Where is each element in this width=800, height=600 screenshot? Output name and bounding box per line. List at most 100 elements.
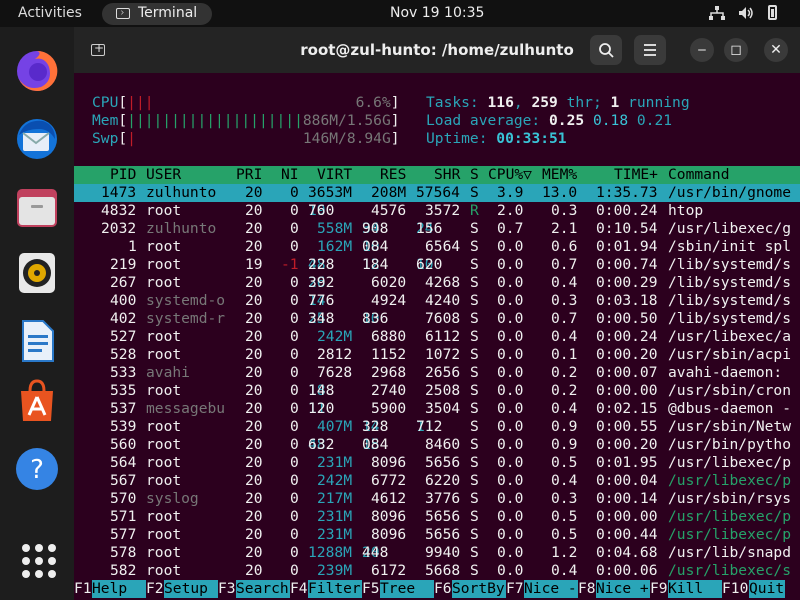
column-header-pri[interactable]: PRI [236, 166, 262, 184]
table-row[interactable]: 527 root 20 0 242M 6880 6112 S 0.0 0.4 0:00.24/usr… [74, 328, 800, 346]
column-header-s[interactable]: S [470, 166, 479, 184]
table-row[interactable]: 533 avahi 20 0 7628 2968 2656 S 0.0 0.2 0:00.07 ava… [74, 364, 800, 382]
table-row[interactable]: 219 root 19 -1 48 228 12 184 10 620 S 0.0 0.7 0:00.74… [74, 256, 800, 274]
table-row[interactable]: 402 systemd-r 20 0 25 348 10 836 7608 S 0.0 0.7 0:00… [74, 310, 800, 328]
column-header-pid[interactable]: PID [110, 166, 136, 184]
cell-cpu: 0.0 [497, 292, 524, 309]
battery-icon[interactable] [768, 5, 777, 20]
table-row[interactable]: 567 root 20 0 242M 6772 6220 S 0.0 0.4 0:00.04/usr… [74, 472, 800, 490]
show-applications-button[interactable] [13, 535, 61, 583]
search-button[interactable] [590, 35, 622, 65]
fkey-f9[interactable]: F9 [650, 580, 668, 598]
cell-cpu: 0.0 [497, 526, 524, 543]
fkey-label-kill[interactable]: Kill [668, 580, 722, 598]
table-row[interactable]: 560 root 20 0 48 632 15 084 8460 S 0.0 0.9 0:00.20/u… [74, 436, 800, 454]
fkey-label-quit[interactable]: Quit [749, 580, 785, 598]
column-header-time[interactable]: TIME+ [614, 166, 658, 184]
app-menu-terminal[interactable]: Terminal [102, 3, 212, 25]
fkey-label-nice[interactable]: Nice - [524, 580, 578, 598]
table-row[interactable]: 578 root 20 0 1288M 20 448 9940 S 0.0 1.2 0:04.68/u… [74, 544, 800, 562]
menu-button[interactable] [634, 35, 666, 65]
cell-time: 0:02.15 [596, 400, 658, 417]
table-row[interactable]: 539 root 20 0 407M 14 328 11 712 S 0.0 0.9 0:00.55/u… [74, 418, 800, 436]
table-row[interactable]: 2032 zulhunto 20 0 558M 34 908 24 156 S 0.7 2.1 0:10… [74, 220, 800, 238]
cell-s: S [470, 274, 479, 291]
table-row[interactable]: 400 systemd-o 20 0 14 776 4924 4240 S 0.0 0.3 0:03.… [74, 292, 800, 310]
table-row[interactable]: 564 root 20 0 231M 8096 5656 S 0.0 0.5 0:01.95/usr… [74, 454, 800, 472]
fkey-label-tree[interactable]: Tree [380, 580, 434, 598]
cell-pri: 20 [245, 526, 263, 543]
table-row[interactable]: 582 root 20 0 239M 6172 5668 S 0.0 0.4 0:00.06/usr… [74, 562, 800, 580]
cell-cpu: 3.9 [497, 184, 524, 201]
close-button[interactable]: ✕ [764, 38, 788, 62]
cell-cpu: 0.0 [497, 562, 524, 579]
thunderbird-icon[interactable] [13, 115, 61, 163]
cell-time: 0:00.07 [596, 364, 658, 381]
help-icon[interactable]: ? [13, 445, 61, 493]
table-row[interactable]: 535 root 20 0 18 148 2740 2508 S 0.0 0.2 0:00.00/us… [74, 382, 800, 400]
files-icon[interactable] [13, 183, 61, 231]
column-header-shr[interactable]: SHR [434, 166, 460, 184]
ubuntu-software-icon[interactable] [13, 377, 61, 425]
firefox-icon[interactable] [13, 47, 61, 95]
column-header-ni[interactable]: NI [281, 166, 299, 184]
cell-mem: 0.4 [551, 472, 578, 489]
cell-mem: 0.1 [551, 346, 578, 363]
table-row[interactable]: 1473 zulhunto 20 0 3653M 208M 57564 S 3.9 13.0 1:3… [74, 184, 800, 202]
table-row[interactable]: 537 messagebu 20 0 11 120 5900 3504 S 0.0 0.4 0:02.… [74, 400, 800, 418]
fkey-f10[interactable]: F10 [722, 580, 748, 598]
column-header-virt[interactable]: VIRT [317, 166, 352, 184]
cell-user: root [146, 274, 182, 291]
cell-s: S [470, 472, 479, 489]
activities-button[interactable]: Activities [18, 5, 82, 21]
column-header-user[interactable]: USER [146, 166, 181, 184]
cell-cpu: 0.0 [497, 256, 524, 273]
running-count: 1 [610, 94, 620, 111]
fkey-label-nice[interactable]: Nice + [596, 580, 650, 598]
maximize-button[interactable]: ◻ [724, 38, 748, 62]
cell-ni: 0 [290, 382, 299, 399]
cell-s: S [470, 562, 479, 579]
table-row[interactable]: 577 root 20 0 231M 8096 5656 S 0.0 0.5 0:00.44/usr… [74, 526, 800, 544]
table-row[interactable]: 267 root 20 0 26 392 6020 4268 S 0.0 0.4 0:00.29/li… [74, 274, 800, 292]
cell-cpu: 0.0 [497, 382, 524, 399]
fkey-label-help[interactable]: Help [92, 580, 146, 598]
fkey-f2[interactable]: F2 [146, 580, 164, 598]
network-icon[interactable] [709, 6, 725, 20]
fkey-f8[interactable]: F8 [578, 580, 596, 598]
table-row[interactable]: 528 root 20 0 2812 1152 1072 S 0.0 0.1 0:00.20/usr… [74, 346, 800, 364]
column-header-res[interactable]: RES [380, 166, 406, 184]
fkey-f7[interactable]: F7 [506, 580, 524, 598]
fkey-f1[interactable]: F1 [74, 580, 92, 598]
cell-user: root [146, 508, 182, 525]
cell-command: avahi-daemon: [668, 364, 783, 381]
libreoffice-writer-icon[interactable] [13, 317, 61, 365]
minimize-button[interactable]: ‒ [690, 38, 714, 62]
process-table-header[interactable]: PID USER PRI NI VIRT RES SHR S CPU%▽ MEM% TIME+ Com… [74, 166, 800, 184]
table-row[interactable]: 4832 root 20 0 19 760 4576 3572 R 2.0 0.3 0:00.24 ht… [74, 202, 800, 220]
uptime-line: Uptime: 00:33:51 [426, 130, 690, 148]
volume-icon[interactable] [738, 6, 754, 20]
cell-cpu: 0.0 [497, 508, 524, 525]
cell-time: 1:35.73 [596, 184, 658, 201]
table-row[interactable]: 571 root 20 0 231M 8096 5656 S 0.0 0.5 0:00.00/usr… [74, 508, 800, 526]
fkey-label-search[interactable]: Search [236, 580, 290, 598]
cell-command: /usr/libexec/p [668, 508, 792, 525]
fkey-f6[interactable]: F6 [434, 580, 452, 598]
cell-mem: 0.4 [551, 274, 578, 291]
table-row[interactable]: 570 syslog 20 0 217M 4612 3776 S 0.0 0.3 0:00.14/u… [74, 490, 800, 508]
column-header-command[interactable]: Command [668, 166, 730, 184]
column-header-cpu[interactable]: CPU%▽ [488, 166, 532, 184]
fkey-f3[interactable]: F3 [218, 580, 236, 598]
column-header-mem[interactable]: MEM% [542, 166, 577, 184]
fkey-label-setup[interactable]: Setup [164, 580, 218, 598]
cell-s: S [470, 490, 479, 507]
fkey-f4[interactable]: F4 [290, 580, 308, 598]
clock[interactable]: Nov 19 10:35 [390, 5, 484, 21]
rhythmbox-icon[interactable] [13, 249, 61, 297]
fkey-label-filter[interactable]: Filter [308, 580, 362, 598]
fkey-f5[interactable]: F5 [362, 580, 380, 598]
table-row[interactable]: 1 root 20 0 162M 10 084 6564 S 0.0 0.6 0:01.94/sbin… [74, 238, 800, 256]
fkey-label-sortby[interactable]: SortBy [452, 580, 506, 598]
cell-cpu: 2.0 [497, 202, 524, 219]
